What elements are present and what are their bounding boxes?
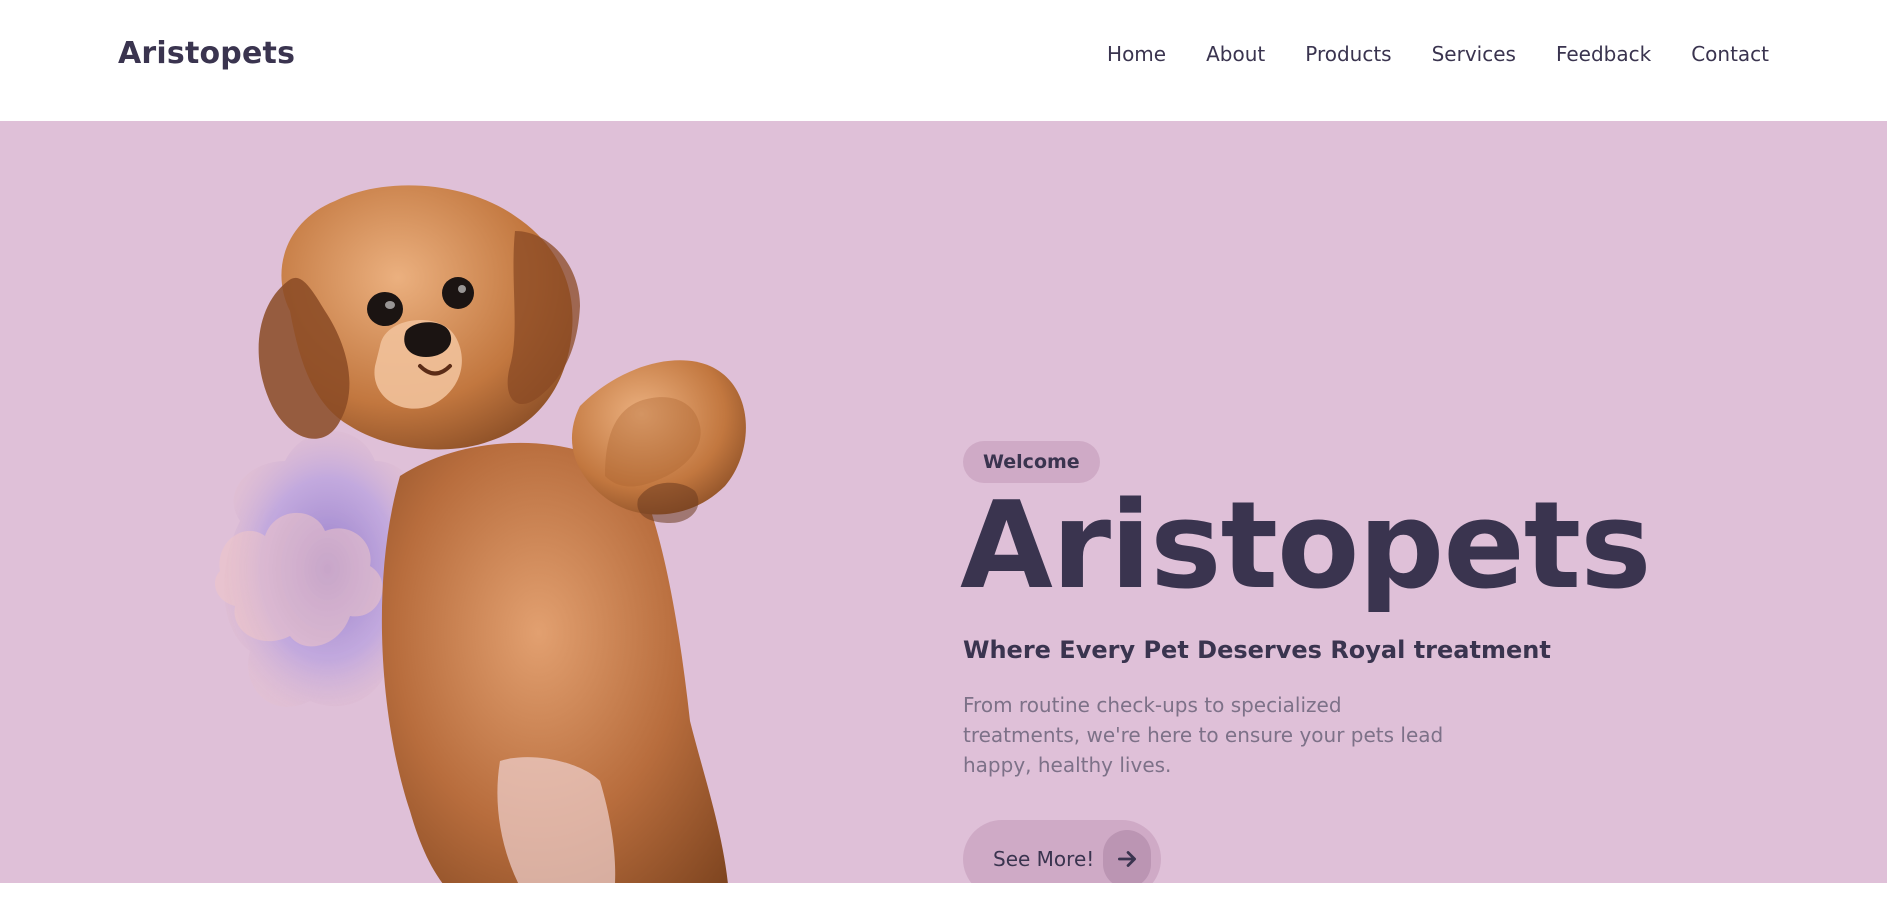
nav-contact[interactable]: Contact <box>1691 42 1769 66</box>
nav-home[interactable]: Home <box>1107 42 1166 66</box>
nav-products[interactable]: Products <box>1305 42 1391 66</box>
nav-about[interactable]: About <box>1206 42 1265 66</box>
hero-section: Welcome Aristopets Where Every Pet Deser… <box>0 121 1887 918</box>
bottom-strip <box>0 883 1887 918</box>
landing-page: Aristopets Home About Products Services … <box>0 0 1887 918</box>
see-more-label: See More! <box>993 847 1095 871</box>
main-nav: Home About Products Services Feedback Co… <box>1107 42 1769 66</box>
hero-description: From routine check-ups to specialized tr… <box>963 693 1444 777</box>
nav-services[interactable]: Services <box>1432 42 1516 66</box>
hero-subtitle: Where Every Pet Deserves Royal treatment <box>963 636 1551 664</box>
arrow-right-icon <box>1103 830 1151 888</box>
dog-illustration <box>215 185 790 918</box>
hero-title: Aristopets <box>960 477 1651 616</box>
nav-feedback[interactable]: Feedback <box>1556 42 1651 66</box>
site-header: Aristopets Home About Products Services … <box>0 0 1887 121</box>
site-logo[interactable]: Aristopets <box>118 36 295 71</box>
